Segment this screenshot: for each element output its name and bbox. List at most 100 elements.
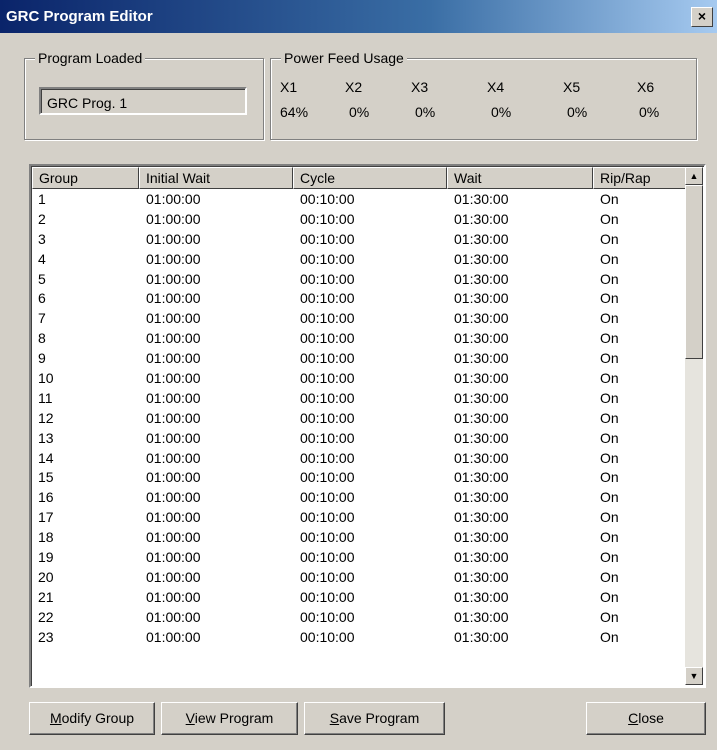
column-header-cycle[interactable]: Cycle	[293, 167, 447, 189]
modify-group-button[interactable]: Modify Group	[29, 702, 155, 735]
cell-rip-rap: On	[600, 350, 619, 367]
cell-wait: 01:30:00	[454, 270, 509, 287]
cell-rip-rap: On	[600, 509, 619, 526]
cell-rip-rap: On	[600, 250, 619, 267]
cell-initial-wait: 01:00:00	[146, 250, 201, 267]
cell-wait: 01:30:00	[454, 230, 509, 247]
modify-label: odify Group	[61, 710, 135, 726]
cell-wait: 01:30:00	[454, 370, 509, 387]
column-header-initial-wait[interactable]: Initial Wait	[139, 167, 293, 189]
save-label: ave Program	[339, 710, 420, 726]
cell-group: 14	[38, 449, 54, 466]
power-feed-label: Power Feed Usage	[281, 50, 407, 66]
cell-rip-rap: On	[600, 330, 619, 347]
close-icon[interactable]: ×	[691, 7, 713, 27]
cell-group: 1	[38, 191, 46, 207]
cell-group: 2	[38, 210, 46, 227]
cell-initial-wait: 01:00:00	[146, 191, 201, 207]
column-header-rip-rap[interactable]: Rip/Rap	[593, 167, 686, 189]
cell-initial-wait: 01:00:00	[146, 370, 201, 387]
cell-cycle: 00:10:00	[300, 469, 355, 486]
feed-name-x1: X1	[280, 79, 298, 95]
column-header-group[interactable]: Group	[32, 167, 139, 189]
cell-cycle: 00:10:00	[300, 370, 355, 387]
cell-initial-wait: 01:00:00	[146, 210, 201, 227]
groups-table[interactable]: Group Initial Wait Cycle Wait Rip/Rap 1 0…	[29, 164, 706, 688]
cell-rip-rap: On	[600, 608, 619, 625]
cell-wait: 01:30:00	[454, 549, 509, 566]
cell-wait: 01:30:00	[454, 568, 509, 585]
cell-rip-rap: On	[600, 549, 619, 566]
cell-rip-rap: On	[600, 409, 619, 426]
scroll-thumb[interactable]	[685, 185, 703, 359]
cell-initial-wait: 01:00:00	[146, 608, 201, 625]
cell-cycle: 00:10:00	[300, 250, 355, 267]
cell-wait: 01:30:00	[454, 250, 509, 267]
cell-rip-rap: On	[600, 210, 619, 227]
cell-initial-wait: 01:00:00	[146, 389, 201, 406]
cell-initial-wait: 01:00:00	[146, 489, 201, 506]
cell-rip-rap: On	[600, 588, 619, 605]
feed-value-x2: 0%	[349, 104, 370, 120]
cell-rip-rap: On	[600, 568, 619, 585]
cell-wait: 01:30:00	[454, 628, 509, 645]
cell-wait: 01:30:00	[454, 330, 509, 347]
cell-rip-rap: On	[600, 628, 619, 645]
cell-rip-rap: On	[600, 191, 619, 207]
modify-mnemonic: M	[49, 710, 62, 726]
cell-group: 19	[38, 549, 54, 566]
cell-cycle: 00:10:00	[300, 628, 355, 645]
cell-initial-wait: 01:00:00	[146, 230, 201, 247]
cell-wait: 01:30:00	[454, 608, 509, 625]
cell-cycle: 00:10:00	[300, 429, 355, 446]
vertical-scrollbar[interactable]: ▲ ▼	[685, 167, 703, 685]
cell-rip-rap: On	[600, 270, 619, 287]
cell-cycle: 00:10:00	[300, 191, 355, 207]
cell-group: 12	[38, 409, 54, 426]
save-mnemonic: S	[329, 710, 340, 726]
cell-group: 16	[38, 489, 54, 506]
cell-rip-rap: On	[600, 529, 619, 546]
cell-group: 21	[38, 588, 54, 605]
cell-initial-wait: 01:00:00	[146, 509, 201, 526]
close-label: lose	[638, 710, 664, 726]
close-button[interactable]: Close	[586, 702, 706, 735]
cell-rip-rap: On	[600, 389, 619, 406]
cell-initial-wait: 01:00:00	[146, 588, 201, 605]
feed-name-x4: X4	[487, 79, 505, 95]
save-program-button[interactable]: Save Program	[304, 702, 445, 735]
feed-value-x3: 0%	[415, 104, 436, 120]
feed-name-x2: X2	[345, 79, 363, 95]
feed-name-x3: X3	[411, 79, 429, 95]
feed-value-x5: 0%	[567, 104, 588, 120]
cell-cycle: 00:10:00	[300, 449, 355, 466]
cell-wait: 01:30:00	[454, 389, 509, 406]
cell-rip-rap: On	[600, 310, 619, 327]
cell-rip-rap: On	[600, 429, 619, 446]
cell-group: 3	[38, 230, 46, 247]
scroll-up-icon[interactable]: ▲	[685, 167, 703, 185]
cell-cycle: 00:10:00	[300, 350, 355, 367]
cell-initial-wait: 01:00:00	[146, 330, 201, 347]
program-loaded-label: Program Loaded	[35, 50, 146, 66]
column-header-wait[interactable]: Wait	[447, 167, 593, 189]
cell-wait: 01:30:00	[454, 191, 509, 207]
cell-initial-wait: 01:00:00	[146, 529, 201, 546]
close-mnemonic: C	[628, 710, 639, 726]
feed-value-x4: 0%	[491, 104, 512, 120]
cell-cycle: 00:10:00	[300, 608, 355, 625]
cell-initial-wait: 01:00:00	[146, 270, 201, 287]
cell-initial-wait: 01:00:00	[146, 568, 201, 585]
cell-wait: 01:30:00	[454, 409, 509, 426]
feed-name-x5: X5	[563, 79, 581, 95]
view-label: iew Program	[194, 710, 274, 726]
cell-wait: 01:30:00	[454, 469, 509, 486]
cell-rip-rap: On	[600, 469, 619, 486]
cell-group: 23	[38, 628, 54, 645]
cell-cycle: 00:10:00	[300, 409, 355, 426]
cell-wait: 01:30:00	[454, 310, 509, 327]
cell-wait: 01:30:00	[454, 529, 509, 546]
view-program-button[interactable]: View Program	[161, 702, 298, 735]
scroll-down-icon[interactable]: ▼	[685, 667, 703, 685]
cell-wait: 01:30:00	[454, 509, 509, 526]
